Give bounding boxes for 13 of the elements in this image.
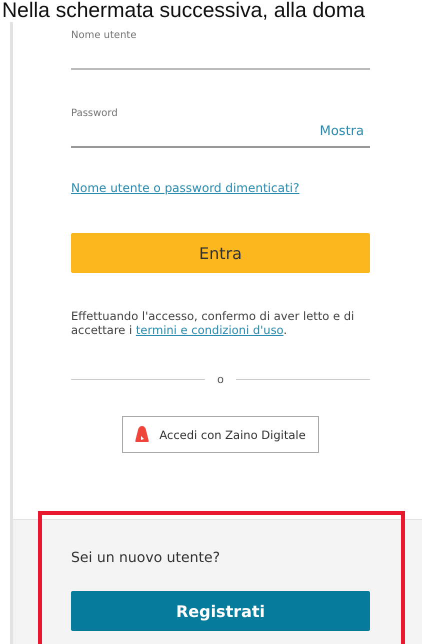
register-button[interactable]: Registrati [71, 591, 370, 631]
caption-text: Nella schermata successiva, alla doma [1, 0, 365, 22]
backpack-icon [135, 426, 150, 443]
login-button[interactable]: Entra [71, 233, 370, 273]
terms-link[interactable]: termini e condizioni d'uso [136, 323, 284, 337]
show-password-link[interactable]: Mostra [320, 124, 364, 139]
terms-text: Effettuando l'accesso, confermo di aver letto e di accettare i termini e condizioni d'uso. [71, 309, 356, 337]
forgot-credentials-link[interactable]: Nome utente o password dimenticati? [71, 181, 300, 195]
field-label: Password [71, 108, 118, 119]
separator-text: o [217, 373, 224, 386]
zaino-login-button[interactable]: Accedi con Zaino Digitale [122, 416, 319, 453]
field-label: Nome utente [71, 30, 136, 41]
new-user-question: Sei un nuovo utente? [71, 550, 220, 566]
